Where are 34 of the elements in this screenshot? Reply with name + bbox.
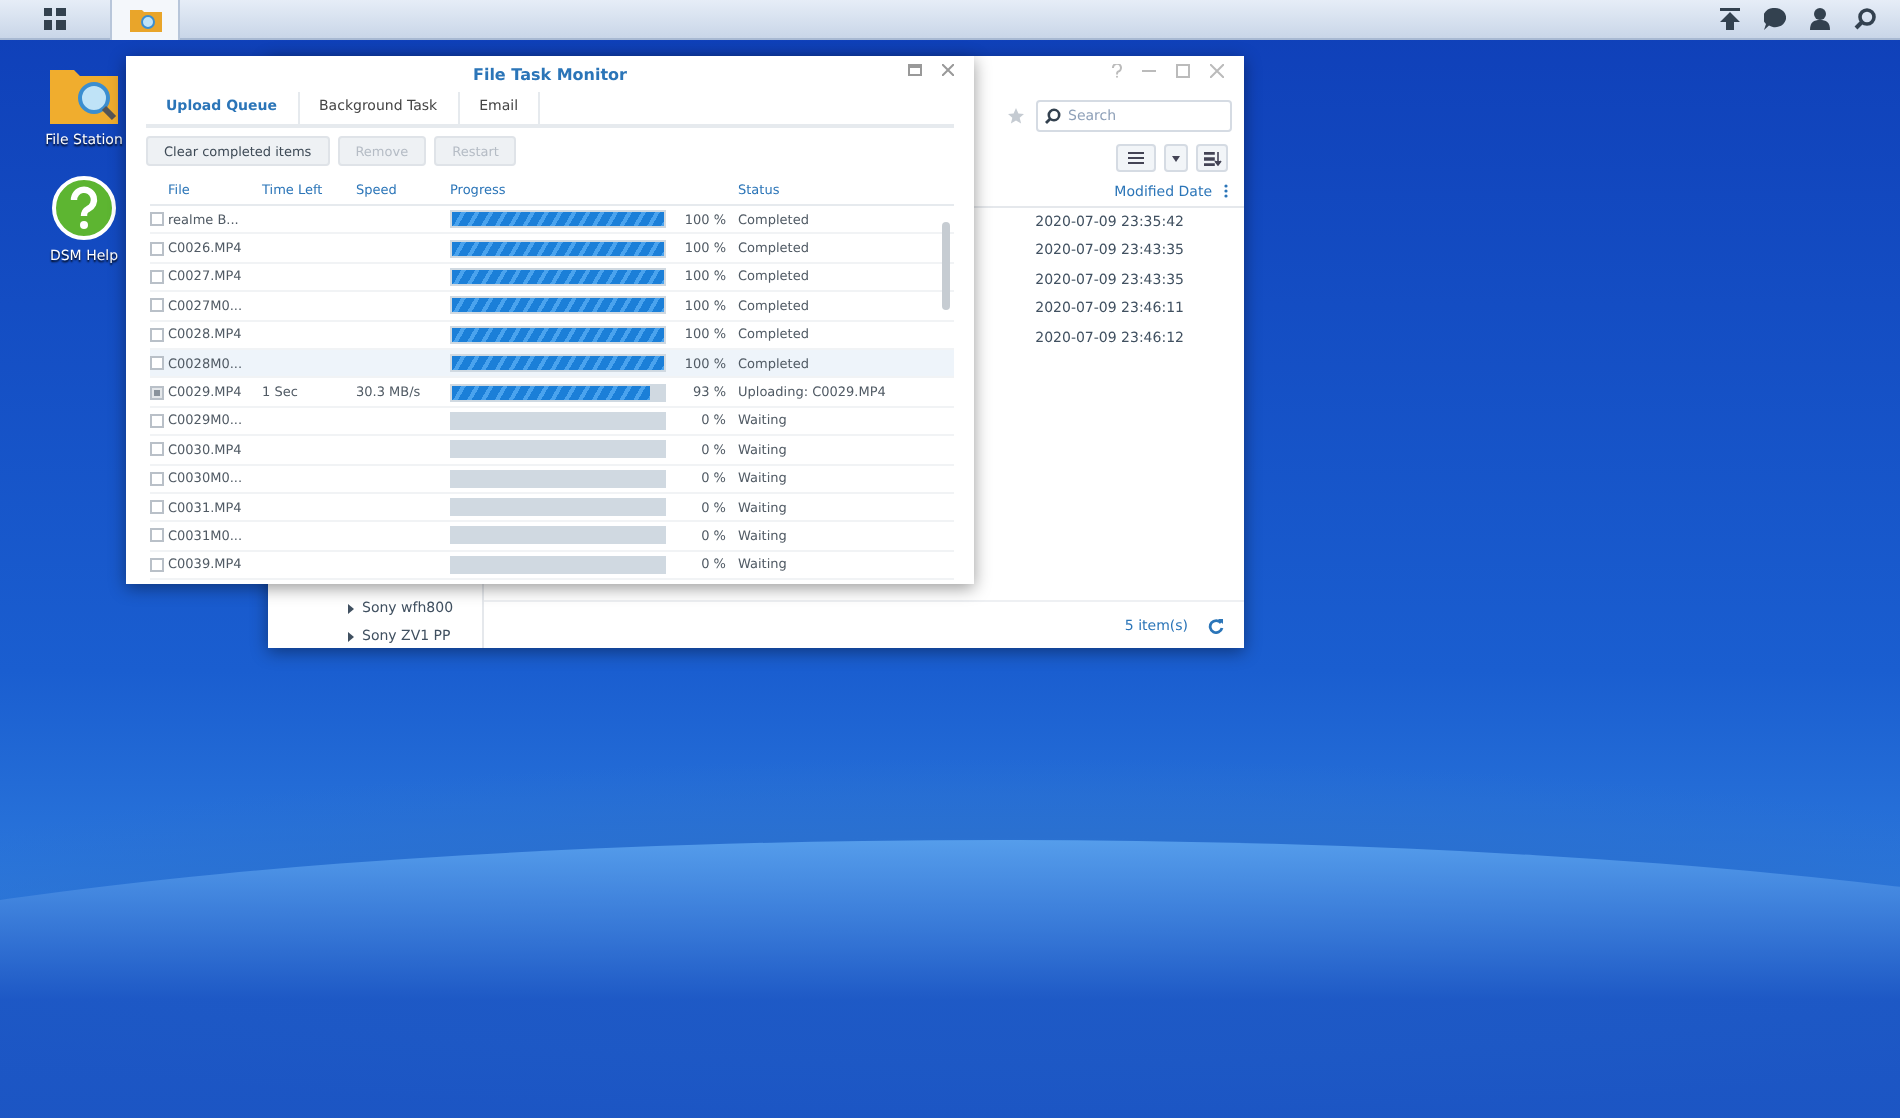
user-icon[interactable] (1810, 8, 1830, 30)
checkbox-icon (150, 356, 164, 371)
checkbox-icon (150, 528, 164, 543)
checkbox-icon (150, 269, 164, 284)
checkbox-icon (150, 442, 164, 457)
upload-status-icon (150, 385, 164, 400)
caret-icon (1172, 155, 1180, 161)
search-icon[interactable] (1854, 8, 1876, 30)
grid-icon (44, 8, 66, 30)
sort-button[interactable] (1196, 144, 1228, 172)
sort-icon (1203, 151, 1221, 165)
expand-arrow-icon[interactable] (348, 631, 354, 641)
checkbox-icon (150, 500, 164, 515)
taskbar-app-button[interactable] (112, 0, 180, 39)
folder-icon (129, 6, 161, 32)
chat-icon[interactable] (1764, 8, 1786, 30)
checkbox-icon (150, 298, 164, 313)
folder-icon[interactable] (49, 64, 118, 124)
checkbox-icon (150, 327, 164, 342)
list-view-button[interactable] (1116, 144, 1156, 172)
window-title: File Task Monitor (472, 65, 627, 83)
checkbox-icon (150, 471, 164, 486)
checkbox-icon (150, 557, 164, 572)
maximize-icon[interactable] (908, 64, 922, 76)
checkbox-icon (150, 241, 164, 256)
close-icon[interactable] (942, 64, 954, 76)
upload-icon[interactable] (1720, 8, 1740, 30)
star-icon[interactable] (1008, 108, 1024, 124)
expand-arrow-icon[interactable] (348, 603, 354, 613)
checkbox-icon (150, 212, 164, 227)
checkbox-icon (150, 413, 164, 428)
refresh-icon[interactable] (1208, 617, 1224, 633)
dropdown-button[interactable] (1164, 144, 1188, 172)
list-icon (1128, 152, 1144, 164)
